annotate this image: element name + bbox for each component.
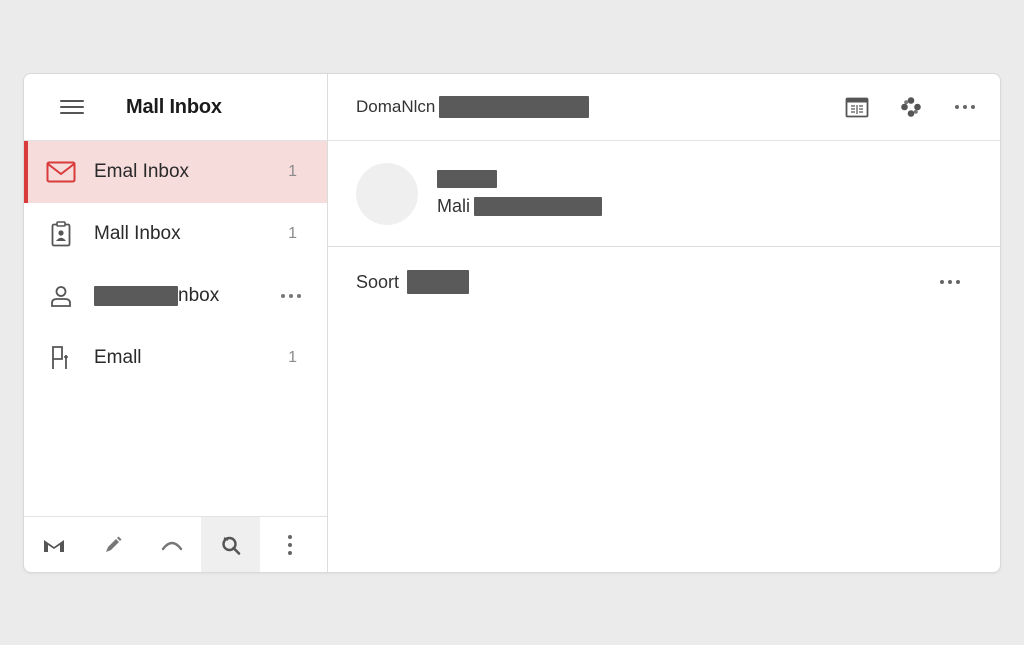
preview-lines: Mali xyxy=(437,170,603,217)
avatar xyxy=(356,162,418,225)
sidebar-item-label-suffix: nbox xyxy=(178,285,220,306)
gmail-logo-icon[interactable] xyxy=(24,517,83,572)
more-vertical-icon[interactable] xyxy=(260,517,319,572)
mail-window: Mall Inbox Emal Inbox 1 Mall Inbox 1 nbo… xyxy=(23,73,1001,573)
sidebar-item-label: Emall xyxy=(94,347,142,368)
redacted-text xyxy=(474,197,603,216)
header-actions xyxy=(830,87,1000,127)
sidebar-item-emall[interactable]: Emall 1 xyxy=(24,327,327,389)
redacted-text xyxy=(94,286,178,306)
menu-icon[interactable] xyxy=(60,99,84,115)
more-horizontal-icon[interactable] xyxy=(938,87,992,127)
sidebar-item-mall-inbox[interactable]: Mall Inbox 1 xyxy=(24,203,327,265)
sidebar-item-label: Mall Inbox xyxy=(94,223,181,244)
more-horizontal-icon[interactable] xyxy=(940,280,960,284)
arc-icon[interactable] xyxy=(142,517,201,572)
more-horizontal-icon[interactable] xyxy=(281,294,301,298)
sidebar-item-label: nbox xyxy=(94,285,281,307)
pen-icon[interactable] xyxy=(83,517,142,572)
document-icon xyxy=(46,345,76,371)
unread-count: 1 xyxy=(288,349,297,366)
sidebar-item-label: Emal Inbox xyxy=(94,161,190,182)
sidebar-item-inbox[interactable]: nbox xyxy=(24,265,327,327)
sidebar: Mall Inbox Emal Inbox 1 Mall Inbox 1 nbo… xyxy=(24,74,328,572)
redacted-text xyxy=(407,270,470,294)
clipboard-user-icon xyxy=(46,221,76,247)
unread-count: 1 xyxy=(288,163,297,180)
app-title: Mall Inbox xyxy=(126,95,222,118)
flower-icon[interactable] xyxy=(884,87,938,127)
sort-control[interactable]: Soort xyxy=(356,270,470,294)
message-preview[interactable]: Mali xyxy=(328,141,1000,247)
sidebar-footer xyxy=(24,516,327,572)
user-icon xyxy=(46,283,76,309)
redacted-sender xyxy=(437,170,497,188)
calendar-icon[interactable] xyxy=(830,87,884,127)
sidebar-item-emal-inbox[interactable]: Emal Inbox 1 xyxy=(24,141,327,203)
redacted-text xyxy=(439,96,590,118)
sort-label: Soort xyxy=(356,271,400,292)
sidebar-header: Mall Inbox xyxy=(24,74,327,141)
preview-subject-text: Mali xyxy=(437,196,471,216)
sort-row: Soort xyxy=(328,247,1000,317)
preview-subject: Mali xyxy=(437,196,603,217)
mail-icon xyxy=(46,159,76,185)
page-title: DomaNlcn xyxy=(356,96,590,118)
page-title-text: DomaNlcn xyxy=(356,97,436,116)
main-header: DomaNlcn xyxy=(328,74,1000,141)
search-icon[interactable] xyxy=(201,517,260,572)
unread-count: 1 xyxy=(288,225,297,242)
main-pane: DomaNlcn Mali Soort xyxy=(328,74,1000,572)
